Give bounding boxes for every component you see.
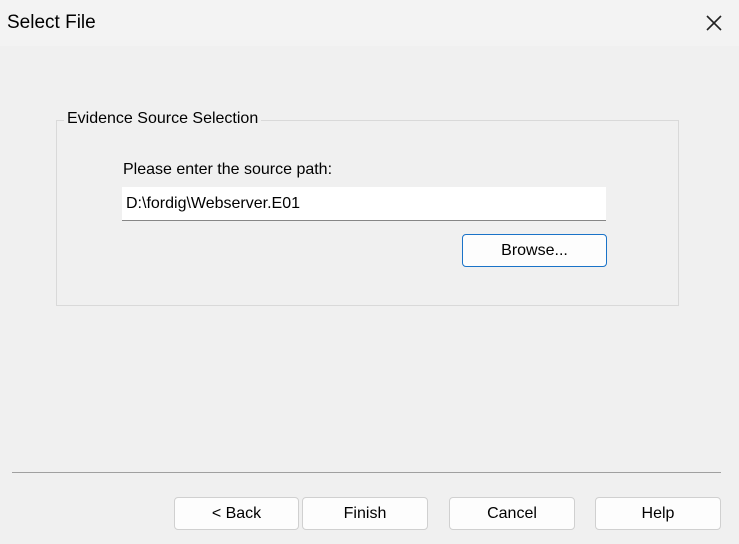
window-title: Select File [7,12,96,33]
cancel-button[interactable]: Cancel [449,497,575,530]
footer-separator [12,472,721,473]
back-button[interactable]: < Back [174,497,299,530]
title-bar: Select File [0,0,739,46]
close-icon [706,15,722,31]
help-button[interactable]: Help [595,497,721,530]
browse-button[interactable]: Browse... [462,234,607,267]
finish-button[interactable]: Finish [302,497,428,530]
source-path-input[interactable] [122,187,606,221]
source-path-label: Please enter the source path: [123,161,333,178]
group-legend: Evidence Source Selection [64,109,262,129]
close-button[interactable] [689,0,739,46]
